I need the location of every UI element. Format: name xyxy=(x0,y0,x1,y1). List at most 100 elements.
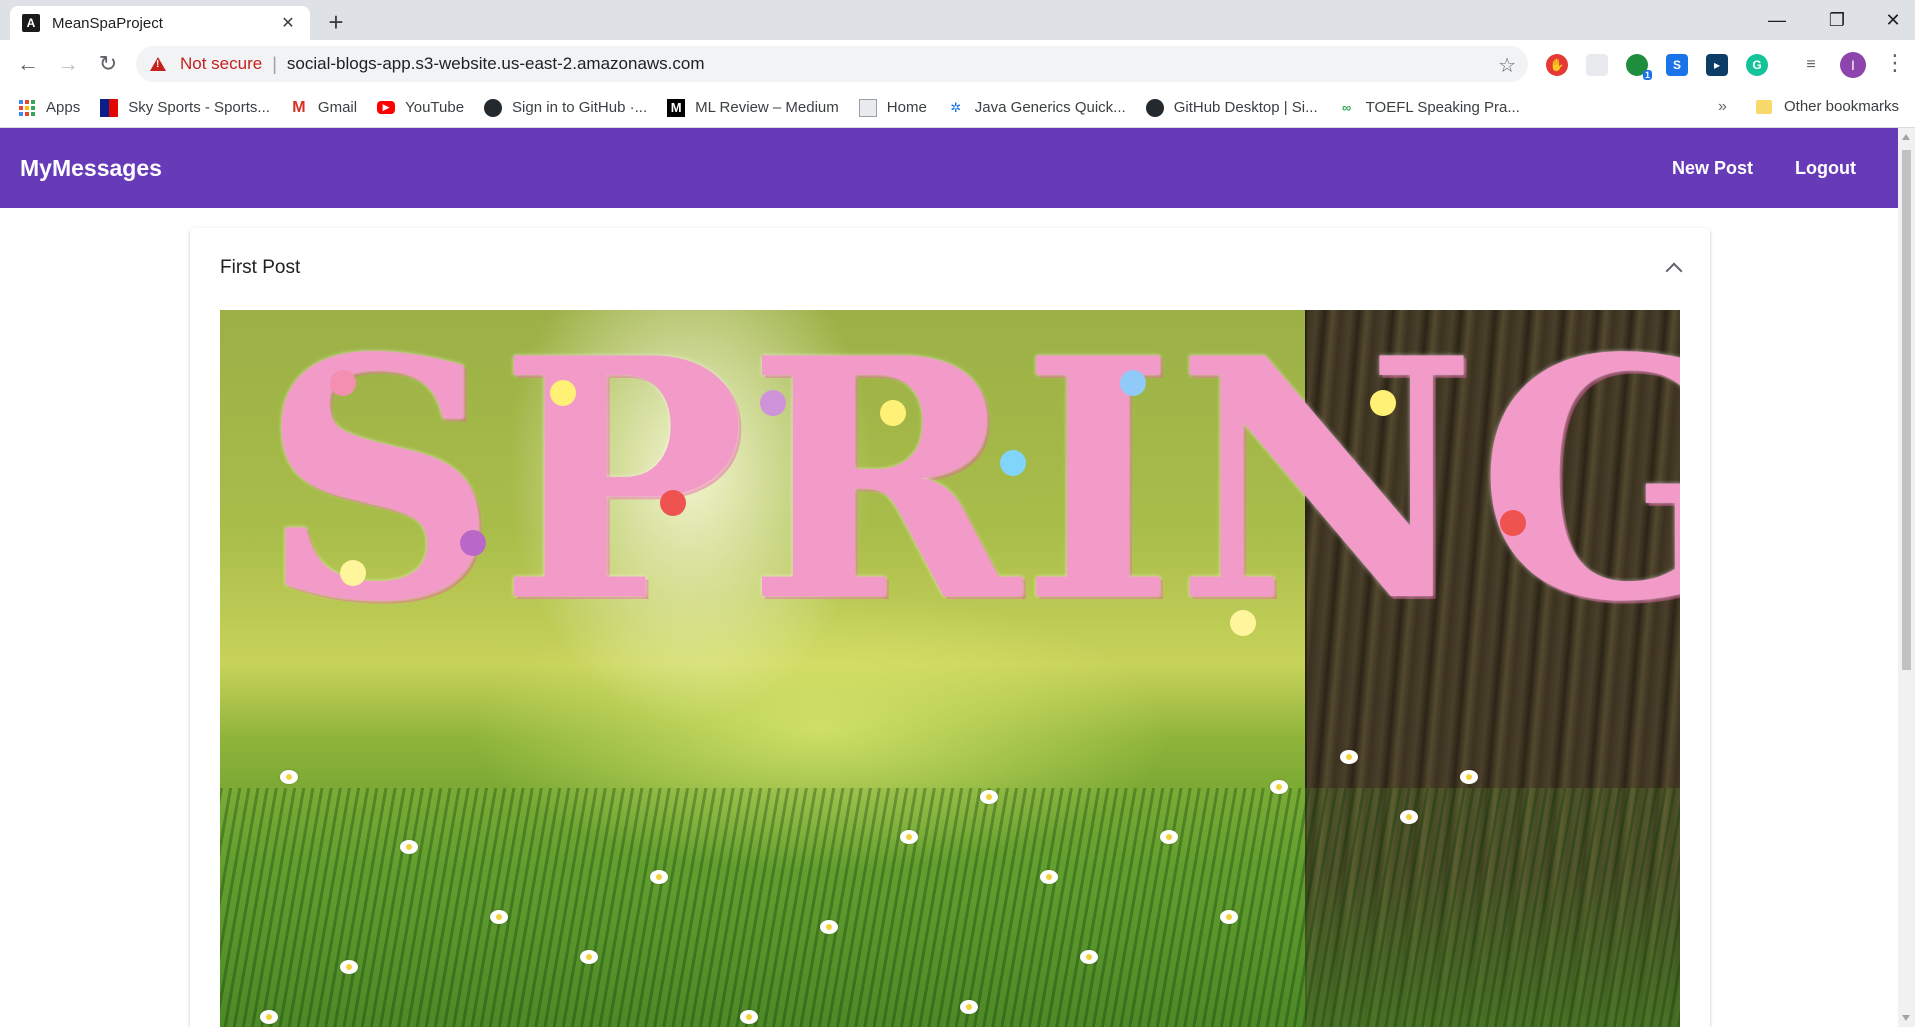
bookmark-github-desktop[interactable]: GitHub Desktop | Si... xyxy=(1145,98,1318,117)
anemone xyxy=(1270,780,1288,794)
bookmark-gmail[interactable]: M Gmail xyxy=(290,99,357,117)
blossom xyxy=(330,370,356,396)
bookmark-label: Apps xyxy=(46,99,81,116)
blossom xyxy=(880,400,906,426)
anemone xyxy=(490,910,508,924)
gmail-icon: M xyxy=(292,98,306,116)
anemone xyxy=(740,1010,758,1024)
bookmark-label: Sign in to GitHub ·... xyxy=(512,99,648,116)
page-scrollbar[interactable] xyxy=(1898,128,1915,1027)
anemone xyxy=(280,770,298,784)
close-window-icon[interactable]: ✕ xyxy=(1862,0,1915,40)
bookmark-java-generics[interactable]: ✲ Java Generics Quick... xyxy=(947,99,1126,117)
bookmark-star-icon[interactable]: ☆ xyxy=(1498,53,1516,78)
minimize-icon[interactable]: — xyxy=(1746,0,1808,40)
apps-grid-icon xyxy=(18,99,36,117)
forward-icon[interactable]: → xyxy=(52,48,84,80)
blossom xyxy=(550,380,576,406)
post-expansion-panel: First Post S P R I N G xyxy=(190,228,1710,1027)
bookmarks-bar: Apps Sky Sports - Sports... M Gmail ▶ Yo… xyxy=(0,88,1915,128)
scroll-up-icon[interactable] xyxy=(1902,134,1910,140)
folder-icon xyxy=(1756,99,1772,114)
github-icon xyxy=(1145,98,1164,117)
bookmark-youtube[interactable]: ▶ YouTube xyxy=(377,99,464,116)
bookmark-medium[interactable]: M ML Review – Medium xyxy=(667,98,839,117)
back-icon[interactable]: ← xyxy=(12,48,44,80)
anemone xyxy=(1040,870,1058,884)
java-icon: ✲ xyxy=(950,99,962,115)
bookmark-label: Java Generics Quick... xyxy=(974,99,1126,116)
other-bookmarks-label: Other bookmarks xyxy=(1784,98,1900,115)
blossom xyxy=(1120,370,1146,396)
bookmark-home[interactable]: Home xyxy=(858,98,927,117)
s-extension-icon[interactable]: S xyxy=(1666,54,1688,76)
bookmark-label: YouTube xyxy=(405,99,465,116)
bookmark-label: Gmail xyxy=(317,99,358,116)
adblock-extension-icon[interactable]: ✋ xyxy=(1546,54,1568,76)
anemone xyxy=(1220,910,1238,924)
grammarly-extension-icon[interactable]: G xyxy=(1746,54,1768,76)
anemone xyxy=(650,870,668,884)
menu-kebab-icon[interactable]: ⋮ xyxy=(1884,50,1906,76)
anemone xyxy=(820,920,838,934)
media-control-icon[interactable]: ≡ xyxy=(1800,54,1822,76)
app-toolbar: MyMessages New Post Logout xyxy=(0,128,1898,208)
extension-badge: 1 xyxy=(1642,70,1652,80)
address-bar[interactable]: Not secure | social-blogs-app.s3-website… xyxy=(136,46,1528,82)
angular-favicon-icon: A xyxy=(22,14,40,32)
spring-letter: N xyxy=(1175,310,1477,674)
profile-avatar[interactable]: I xyxy=(1840,52,1866,78)
bookmark-apps[interactable]: Apps xyxy=(18,99,80,117)
restore-icon[interactable]: ❐ xyxy=(1806,0,1868,40)
anemone xyxy=(1160,830,1178,844)
chat-extension-icon[interactable]: 1 xyxy=(1626,54,1652,80)
close-tab-icon[interactable]: ✕ xyxy=(278,13,298,33)
blossom xyxy=(1370,390,1396,416)
anemone xyxy=(960,1000,978,1014)
new-post-link[interactable]: New Post xyxy=(1672,158,1753,179)
spring-letter: S xyxy=(260,310,499,674)
anemone xyxy=(1460,770,1478,784)
blossom xyxy=(760,390,786,416)
terminal-extension-icon[interactable]: ▸ xyxy=(1706,54,1728,76)
bookmark-label: TOEFL Speaking Pra... xyxy=(1365,99,1520,116)
blossom xyxy=(460,530,486,556)
url-text[interactable]: social-blogs-app.s3-website.us-east-2.am… xyxy=(287,54,705,74)
logout-link[interactable]: Logout xyxy=(1795,158,1856,179)
app-title[interactable]: MyMessages xyxy=(20,155,162,182)
blossom xyxy=(340,560,366,586)
anemone xyxy=(1400,810,1418,824)
browser-tab-strip: A MeanSpaProject ✕ + — ❐ ✕ xyxy=(0,0,1915,40)
extension-grey-icon[interactable] xyxy=(1586,54,1608,76)
bookmark-label: Sky Sports - Sports... xyxy=(128,99,270,116)
warning-icon xyxy=(150,57,166,71)
chevron-up-icon[interactable] xyxy=(1665,262,1683,280)
browser-tab[interactable]: A MeanSpaProject ✕ xyxy=(10,6,310,40)
toefl-icon: ∞ xyxy=(1342,100,1352,115)
reload-icon[interactable]: ↻ xyxy=(92,48,124,80)
anemone xyxy=(1080,950,1098,964)
anemone xyxy=(400,840,418,854)
post-panel-header[interactable]: First Post xyxy=(190,228,1710,308)
bookmark-label: ML Review – Medium xyxy=(695,99,839,116)
post-title: First Post xyxy=(220,257,301,278)
new-tab-icon[interactable]: + xyxy=(322,8,350,36)
scroll-down-icon[interactable] xyxy=(1902,1015,1910,1021)
anemone xyxy=(580,950,598,964)
bookmark-label: Home xyxy=(886,99,927,116)
bookmark-github-signin[interactable]: Sign in to GitHub ·... xyxy=(484,98,648,117)
anemone xyxy=(980,790,998,804)
other-bookmarks[interactable]: Other bookmarks xyxy=(1756,98,1899,115)
page-icon xyxy=(858,98,877,117)
github-icon xyxy=(484,98,503,117)
scroll-thumb[interactable] xyxy=(1902,150,1911,670)
sky-sports-icon xyxy=(100,98,119,117)
anemone xyxy=(340,960,358,974)
anemone xyxy=(1340,750,1358,764)
spring-letter: I xyxy=(1020,310,1176,674)
security-label[interactable]: Not secure xyxy=(180,54,262,74)
medium-icon: M xyxy=(667,98,686,117)
more-bookmarks-icon[interactable]: » xyxy=(1718,98,1727,116)
bookmark-toefl[interactable]: ∞ TOEFL Speaking Pra... xyxy=(1338,99,1520,117)
bookmark-sky-sports[interactable]: Sky Sports - Sports... xyxy=(100,98,270,117)
